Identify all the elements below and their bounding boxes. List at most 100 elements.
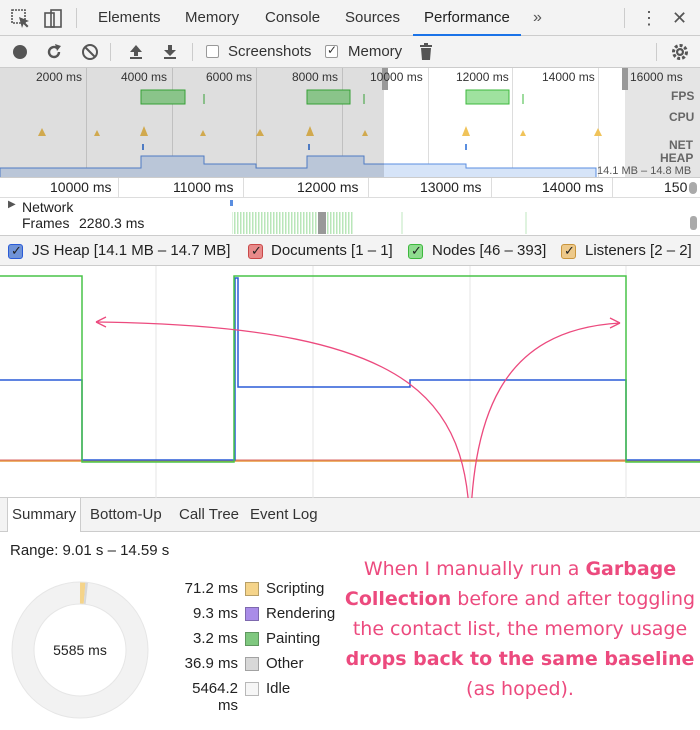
ruler-tick: 10000 ms <box>50 179 112 195</box>
heap-row-label: HEAP <box>660 151 694 165</box>
annotation-bold-text: drops back to the same baseline <box>345 648 695 670</box>
overview-tick: 10000 ms <box>370 70 423 84</box>
summary-painting-value: 3.2 ms <box>192 630 238 647</box>
network-request-bar[interactable] <box>230 200 233 206</box>
device-toolbar-icon[interactable] <box>42 8 64 30</box>
overview-right-handle[interactable] <box>622 68 628 90</box>
summary-painting-label: Painting <box>266 630 321 647</box>
tab-event-log[interactable]: Event Log <box>250 498 318 532</box>
tab-bottom-up[interactable]: Bottom-Up <box>90 498 162 532</box>
scripting-swatch <box>245 582 259 596</box>
ruler-tick: 12000 ms <box>297 179 359 195</box>
devtools-tab-bar: Elements Memory Console Sources Performa… <box>0 0 700 36</box>
memory-label: Memory <box>348 43 403 60</box>
load-profile-icon[interactable] <box>126 42 146 62</box>
summary-idle-label: Idle <box>266 680 291 697</box>
memory-counter-graph <box>0 266 700 498</box>
frames-track[interactable]: Frames 2280.3 ms <box>0 212 700 236</box>
frames-bars <box>232 212 697 234</box>
tab-call-tree[interactable]: Call Tree <box>179 498 239 532</box>
collect-garbage-icon[interactable] <box>416 42 436 62</box>
overview-tick: 14000 ms <box>542 70 595 84</box>
details-tab-bar: Summary Bottom-Up Call Tree Event Log <box>0 498 700 532</box>
summary-scripting-value: 71.2 ms <box>184 580 238 597</box>
nodes-series-line <box>0 275 700 463</box>
overview-tick: 8000 ms <box>292 70 339 84</box>
ruler-gridline <box>368 178 369 198</box>
more-options-icon[interactable]: ⋮ <box>640 0 658 36</box>
handwritten-annotation: When I manually run a Garbage Collection… <box>342 554 698 704</box>
reload-record-icon[interactable] <box>44 42 64 62</box>
tab-elements[interactable]: Elements <box>98 0 161 36</box>
toolbar-divider <box>110 43 111 61</box>
close-icon[interactable]: ✕ <box>672 0 687 36</box>
summary-scripting-label: Scripting <box>266 580 325 597</box>
ruler-gridline <box>243 178 244 198</box>
net-row-label: NET <box>669 138 693 152</box>
annotation-text: When I manually run a <box>363 558 586 580</box>
main-timeline-ruler: 10000 ms 11000 ms 12000 ms 13000 ms 1400… <box>0 178 700 198</box>
overview-tick: 16000 ms <box>630 70 683 84</box>
ruler-tick: 150 <box>664 179 688 195</box>
painting-swatch <box>245 632 259 646</box>
selection-range: Range: 9.01 s – 14.59 s <box>10 542 170 559</box>
rendering-swatch <box>245 607 259 621</box>
more-tabs-button[interactable]: » <box>533 0 542 36</box>
settings-gear-icon[interactable] <box>670 42 690 62</box>
js-heap-checkbox[interactable] <box>8 243 23 259</box>
ruler-gridline <box>612 178 613 198</box>
listeners-checkbox[interactable] <box>561 243 576 259</box>
performance-toolbar: Screenshots Memory <box>0 36 700 68</box>
js-heap-legend-label: JS Heap [14.1 MB – 14.7 MB] <box>32 242 231 259</box>
overview-tick: 6000 ms <box>206 70 253 84</box>
summary-other-label: Other <box>266 655 304 672</box>
annotation-text: (as hoped). <box>466 678 574 700</box>
overview-tick: 2000 ms <box>36 70 83 84</box>
memory-counters-chart[interactable] <box>0 266 700 498</box>
summary-total: 5585 ms <box>53 642 107 658</box>
listeners-legend-label: Listeners [2 – 2] <box>585 242 692 259</box>
documents-legend-label: Documents [1 – 1] <box>271 242 393 259</box>
expand-arrow-icon[interactable]: ▶ <box>8 199 16 210</box>
memory-checkbox[interactable] <box>325 43 338 58</box>
timeline-overview[interactable]: 2000 ms 4000 ms 6000 ms 8000 ms 10000 ms… <box>0 68 700 178</box>
overview-unselected-left <box>0 68 384 177</box>
summary-idle-value: 5464.2 ms <box>192 680 238 714</box>
ruler-tick: 14000 ms <box>542 179 604 195</box>
ruler-scrollbar[interactable] <box>689 182 697 194</box>
tab-sources[interactable]: Sources <box>345 0 400 36</box>
network-track-label: Network <box>22 199 74 212</box>
tab-console[interactable]: Console <box>265 0 320 36</box>
save-profile-icon[interactable] <box>160 42 180 62</box>
tab-summary[interactable]: Summary <box>7 498 82 532</box>
network-track[interactable]: ▶ Network <box>0 198 700 212</box>
annotation-arrow-left <box>95 321 469 498</box>
summary-rendering-value: 9.3 ms <box>192 605 238 622</box>
summary-other-value: 36.9 ms <box>184 655 238 672</box>
overview-tick: 12000 ms <box>456 70 509 84</box>
summary-rendering-label: Rendering <box>266 605 336 622</box>
documents-checkbox[interactable] <box>248 243 263 259</box>
ruler-tick: 13000 ms <box>420 179 482 195</box>
cpu-row-label: CPU <box>669 110 695 124</box>
screenshots-checkbox[interactable] <box>206 45 219 58</box>
memory-counters-legend: JS Heap [14.1 MB – 14.7 MB] Documents [1… <box>0 236 700 266</box>
ruler-gridline <box>118 178 119 198</box>
idle-swatch <box>245 682 259 696</box>
nodes-legend-label: Nodes [46 – 393] <box>432 242 547 259</box>
tab-divider <box>76 8 77 28</box>
ruler-gridline <box>491 178 492 198</box>
nodes-checkbox[interactable] <box>408 243 423 259</box>
tab-performance[interactable]: Performance <box>413 0 521 36</box>
ruler-tick: 11000 ms <box>173 179 234 195</box>
tab-memory[interactable]: Memory <box>185 0 239 36</box>
record-icon[interactable] <box>10 42 30 62</box>
annotation-arrow-right <box>471 322 621 498</box>
overview-tick: 4000 ms <box>121 70 168 84</box>
fps-row-label: FPS <box>671 89 695 103</box>
tab-divider <box>624 8 625 28</box>
inspect-element-icon[interactable] <box>10 8 32 30</box>
heap-range-label: 14.1 MB – 14.8 MB <box>597 165 692 177</box>
other-swatch <box>245 657 259 671</box>
clear-icon[interactable] <box>80 42 100 62</box>
